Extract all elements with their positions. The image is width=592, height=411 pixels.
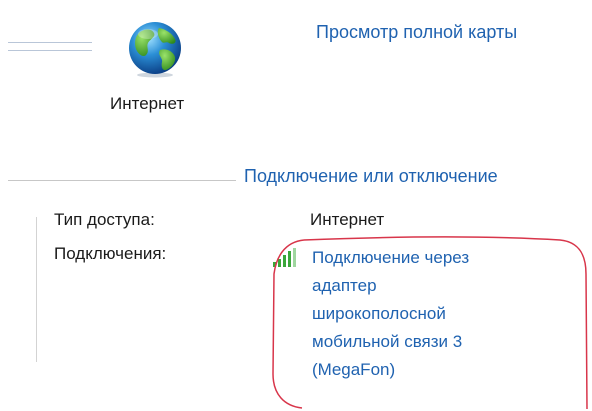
network-map-connector-line xyxy=(8,42,92,43)
view-full-map-link[interactable]: Просмотр полной карты xyxy=(316,22,517,43)
network-map-connector-line xyxy=(8,50,92,51)
section-vertical-line xyxy=(36,217,37,362)
highlight-annotation-oval xyxy=(264,234,592,411)
access-type-value: Интернет xyxy=(310,210,385,229)
connect-disconnect-link[interactable]: Подключение или отключение xyxy=(244,166,498,187)
access-type-label: Тип доступа: xyxy=(54,210,155,229)
connections-label: Подключения: xyxy=(54,244,167,263)
section-divider-line xyxy=(8,180,236,181)
globe-icon[interactable] xyxy=(126,20,184,78)
internet-node-label: Интернет xyxy=(110,94,185,113)
